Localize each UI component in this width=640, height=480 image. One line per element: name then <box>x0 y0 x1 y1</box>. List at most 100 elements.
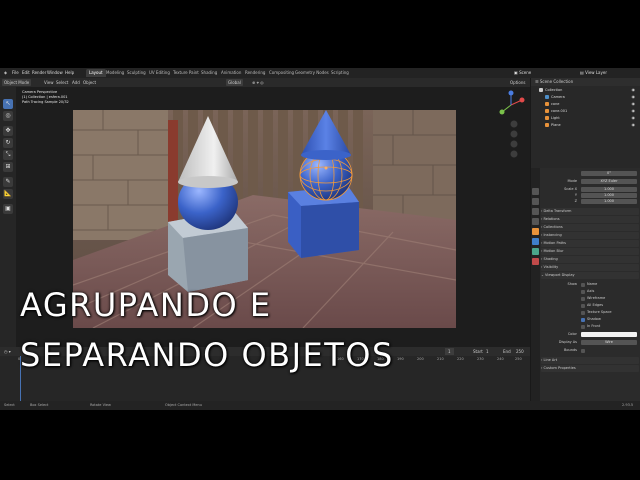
scene-name: Scene <box>519 70 532 75</box>
wireframe-checkbox[interactable] <box>581 296 585 301</box>
scale-z-field[interactable]: 1.000 <box>581 199 637 204</box>
menu-add[interactable]: Add <box>70 79 82 86</box>
rotate-tool-icon[interactable]: ↻ <box>3 138 13 148</box>
section-label: Viewport Display <box>545 273 575 277</box>
move-tool-icon[interactable]: ✥ <box>3 126 13 136</box>
transform-tool-icon[interactable]: ⊞ <box>3 162 13 172</box>
modifier-props-icon[interactable] <box>532 238 539 245</box>
section-shading[interactable]: › Shading <box>541 256 639 263</box>
outliner-item-camera[interactable]: Camera ◉ <box>531 94 640 100</box>
outliner-item-cone[interactable]: cone ◉ <box>531 101 640 107</box>
show-name-row: Show Name <box>541 281 640 288</box>
visibility-eye-icon[interactable]: ◉ <box>632 101 636 107</box>
in-front-checkbox[interactable] <box>581 324 585 329</box>
blender-logo-icon[interactable]: ◈ <box>2 69 9 77</box>
outliner[interactable]: ☰ Scene Collection Collection ◉ Camera ◉… <box>530 78 640 168</box>
texture-space-checkbox[interactable] <box>581 310 585 315</box>
cursor-tool-icon[interactable]: ◎ <box>3 111 13 121</box>
scale-z-row: Z 1.000 <box>541 198 640 205</box>
annotate-tool-icon[interactable]: ✎ <box>3 177 13 187</box>
render-props-icon[interactable] <box>532 198 539 205</box>
color-swatch[interactable] <box>581 332 637 337</box>
tool-props-icon[interactable] <box>532 188 539 195</box>
menu-object[interactable]: Object <box>81 79 98 86</box>
tab-shading[interactable]: Shading <box>198 69 220 77</box>
menu-select[interactable]: Select <box>54 79 70 86</box>
visibility-eye-icon[interactable]: ◉ <box>632 94 636 100</box>
view-layer-selector[interactable]: ▤ View Layer <box>578 69 609 77</box>
add-cube-tool-icon[interactable]: ▣ <box>3 204 13 214</box>
section-collections[interactable]: › Collections <box>541 224 639 231</box>
outliner-item-label: cone <box>551 102 560 106</box>
rotation-mode-dropdown[interactable]: XYZ Euler <box>581 179 637 184</box>
section-viewport-display[interactable]: ⌄ Viewport Display <box>541 272 639 279</box>
outliner-item-plane[interactable]: Plane ◉ <box>531 122 640 128</box>
name-checkbox[interactable] <box>581 282 585 287</box>
all-edges-checkbox[interactable] <box>581 303 585 308</box>
bounds-row: Bounds <box>541 347 640 354</box>
menu-window[interactable]: Window <box>45 69 65 77</box>
end-value[interactable]: 250 <box>516 348 524 355</box>
tab-sculpting[interactable]: Sculpting <box>124 69 149 77</box>
tab-geometry-nodes[interactable]: Geometry Nodes <box>292 69 332 77</box>
tab-animation[interactable]: Animation <box>218 69 244 77</box>
outliner-item-label: Camera <box>551 95 565 99</box>
section-label: Shading <box>543 257 558 261</box>
transform-orientation[interactable]: Global <box>226 79 243 86</box>
overlay-title-line2: SEPARANDO OBJETOS <box>20 336 394 374</box>
tab-rendering[interactable]: Rendering <box>242 69 268 77</box>
section-line-art[interactable]: › Line Art <box>541 357 639 364</box>
section-label: Delta Transform <box>543 209 572 213</box>
scene-props-icon[interactable] <box>532 218 539 225</box>
bounds-checkbox[interactable] <box>581 348 585 353</box>
rotation-field[interactable]: 0° <box>581 171 637 176</box>
scale-tool-icon[interactable]: ⤡ <box>3 150 13 160</box>
tab-uv-editing[interactable]: UV Editing <box>146 69 173 77</box>
in-front-checkbox-label: In Front <box>587 324 601 328</box>
properties-tabs <box>531 168 540 401</box>
visibility-eye-icon[interactable]: ◉ <box>632 108 636 114</box>
navigation-gizmo[interactable] <box>496 90 526 170</box>
outliner-item-light[interactable]: Light ◉ <box>531 115 640 121</box>
section-visibility[interactable]: › Visibility <box>541 264 639 271</box>
outliner-item-label: cone.001 <box>551 109 568 113</box>
viewport-header: Object Mode View Select Add Object Globa… <box>0 78 530 87</box>
menu-help[interactable]: Help <box>63 69 76 77</box>
measure-tool-icon[interactable]: 📐 <box>3 189 13 199</box>
material-props-icon[interactable] <box>532 258 539 265</box>
axis-checkbox[interactable] <box>581 289 585 294</box>
frame-tick: 240 <box>497 357 504 361</box>
display-as-dropdown[interactable]: Wire <box>581 340 637 345</box>
section-motion-blur[interactable]: › Motion Blur <box>541 248 639 255</box>
output-props-icon[interactable] <box>532 208 539 215</box>
visibility-eye-icon[interactable]: ◉ <box>632 87 636 93</box>
options-dropdown[interactable]: Options <box>508 79 527 86</box>
overlay-title-line1: AGRUPANDO E <box>20 286 272 324</box>
show-label: Show <box>567 282 577 286</box>
version-label: 2.93.5 <box>622 403 634 407</box>
snap-icon[interactable]: ⊕ ⌖ ◎ <box>250 79 266 86</box>
shadow-checkbox[interactable] <box>581 317 585 322</box>
outliner-item-cone-001[interactable]: cone.001 ◉ <box>531 108 640 114</box>
section-relations[interactable]: › Relations <box>541 216 639 223</box>
select-tool-icon[interactable]: ↖ <box>3 99 13 109</box>
properties-editor[interactable]: 0° Mode XYZ Euler Scale X 1.000 Y 1.000 … <box>530 168 640 401</box>
current-frame-field[interactable]: 1 <box>445 348 454 355</box>
section-motion-paths[interactable]: › Motion Paths <box>541 240 639 247</box>
section-label: Instancing <box>543 233 562 237</box>
mode-selector[interactable]: Object Mode <box>2 79 32 86</box>
section-instancing[interactable]: › Instancing <box>541 232 639 239</box>
visibility-eye-icon[interactable]: ◉ <box>632 115 636 121</box>
visibility-eye-icon[interactable]: ◉ <box>632 122 636 128</box>
start-value[interactable]: 1 <box>486 348 489 355</box>
playback-icon[interactable]: ◷ ▾ <box>4 348 11 355</box>
frame-tick: 210 <box>437 357 444 361</box>
tab-scripting[interactable]: Scripting <box>328 69 352 77</box>
outliner-item-collection[interactable]: Collection ◉ <box>531 87 640 93</box>
section-custom-properties[interactable]: › Custom Properties <box>541 365 639 372</box>
scale-z-label: Z <box>574 199 577 203</box>
section-delta-transform[interactable]: › Delta Transform <box>541 208 639 215</box>
scene-selector[interactable]: ▣ Scene <box>512 69 533 77</box>
object-props-icon[interactable] <box>532 228 539 235</box>
physics-props-icon[interactable] <box>532 248 539 255</box>
